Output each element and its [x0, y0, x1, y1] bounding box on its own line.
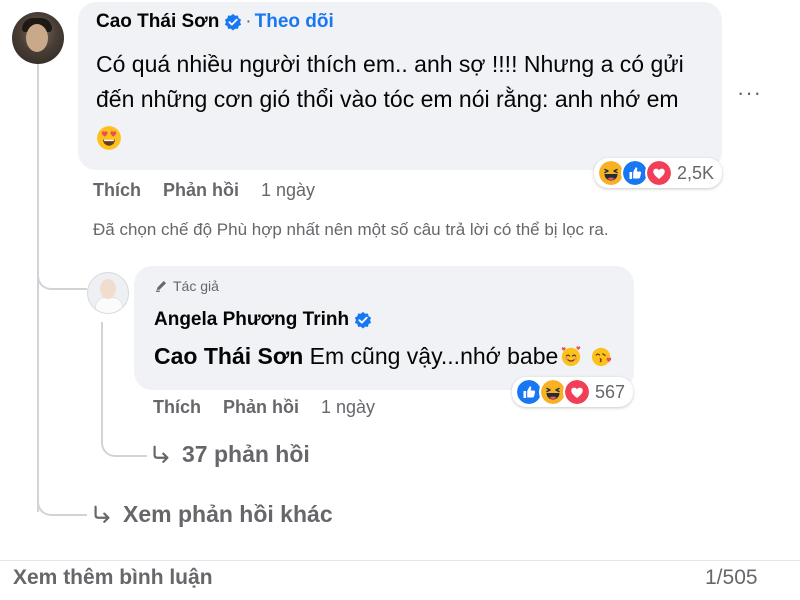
love-icon [563, 378, 591, 406]
reply-button[interactable]: Phản hồi [223, 397, 299, 418]
mention-link[interactable]: Cao Thái Sơn [154, 343, 303, 369]
reply-connector-line [101, 322, 103, 442]
thread-connector-line [37, 62, 39, 512]
avatar-face [26, 24, 48, 52]
reply-text: Cao Thái Sơn Em cũng vậy...nhớ babe [154, 339, 624, 374]
author-badge: Tác giả [154, 278, 219, 294]
comment-text-line: Có quá nhiều người thích em.. anh sợ !!!… [96, 51, 684, 77]
avatar-face [100, 279, 116, 299]
like-button[interactable]: Thích [153, 397, 201, 418]
comment-thread: Cao Thái Sơn · Theo dõi Có quá nhiều ngư… [0, 0, 800, 600]
view-more-replies-link[interactable]: Xem phản hồi khác [91, 501, 333, 528]
avatar[interactable] [12, 12, 64, 64]
reply-timestamp[interactable]: 1 ngày [321, 397, 375, 418]
comment-pager: 1/505 [705, 566, 758, 589]
reply-arrow-icon [91, 504, 113, 526]
follow-button[interactable]: Theo dõi [255, 11, 334, 33]
reply-text-body: Em cũng vậy...nhớ babe [309, 343, 559, 369]
smiling-face-with-hearts-emoji-icon [560, 345, 582, 367]
love-icon [645, 159, 673, 187]
comment-header: Cao Thái Sơn · Theo dõi [96, 11, 334, 33]
reply-avatar[interactable] [87, 272, 129, 314]
reply-header: Angela Phương Trinh [154, 309, 372, 331]
face-blowing-kiss-emoji-icon [591, 345, 613, 367]
reaction-summary[interactable]: 2,5K [594, 158, 723, 188]
like-button[interactable]: Thích [93, 180, 141, 201]
verified-badge-icon [224, 13, 242, 31]
comment-actions: Thích Phản hồi 1 ngày [93, 180, 315, 201]
thread-connector-branch [37, 258, 87, 290]
reply-button[interactable]: Phản hồi [163, 180, 239, 201]
comments-footer: Xem thêm bình luận 1/505 [0, 560, 800, 600]
avatar-body [95, 297, 123, 313]
reaction-count: 567 [595, 381, 626, 402]
more-options-button[interactable]: ··· [737, 80, 762, 106]
see-more-comments-button[interactable]: Xem thêm bình luận [13, 566, 213, 590]
comment-timestamp[interactable]: 1 ngày [261, 180, 315, 201]
reply-connector-branch [101, 425, 147, 457]
thread-connector-branch [37, 488, 87, 516]
author-badge-label: Tác giả [173, 278, 219, 294]
view-more-replies-label: Xem phản hồi khác [123, 501, 333, 527]
pencil-icon [154, 279, 168, 293]
heart-eyes-emoji-icon [96, 125, 122, 151]
comment-author-name[interactable]: Cao Thái Sơn [96, 11, 219, 33]
reply-actions: Thích Phản hồi 1 ngày [153, 397, 375, 418]
reply-arrow-icon [150, 444, 172, 466]
filter-notice: Đã chọn chế độ Phù hợp nhất nên một số c… [93, 220, 609, 239]
separator-dot: · [245, 11, 252, 32]
reaction-count: 2,5K [677, 162, 715, 183]
verified-badge-icon [354, 311, 372, 329]
comment-text-line: đến những cơn gió thổi vào tóc em nói rằ… [96, 86, 679, 112]
view-replies-link[interactable]: 37 phản hồi [150, 441, 310, 468]
comment-text: Có quá nhiều người thích em.. anh sợ !!!… [96, 47, 716, 117]
reaction-summary[interactable]: 567 [512, 377, 634, 407]
view-replies-label: 37 phản hồi [182, 441, 310, 467]
reply-author-name[interactable]: Angela Phương Trinh [154, 309, 349, 331]
